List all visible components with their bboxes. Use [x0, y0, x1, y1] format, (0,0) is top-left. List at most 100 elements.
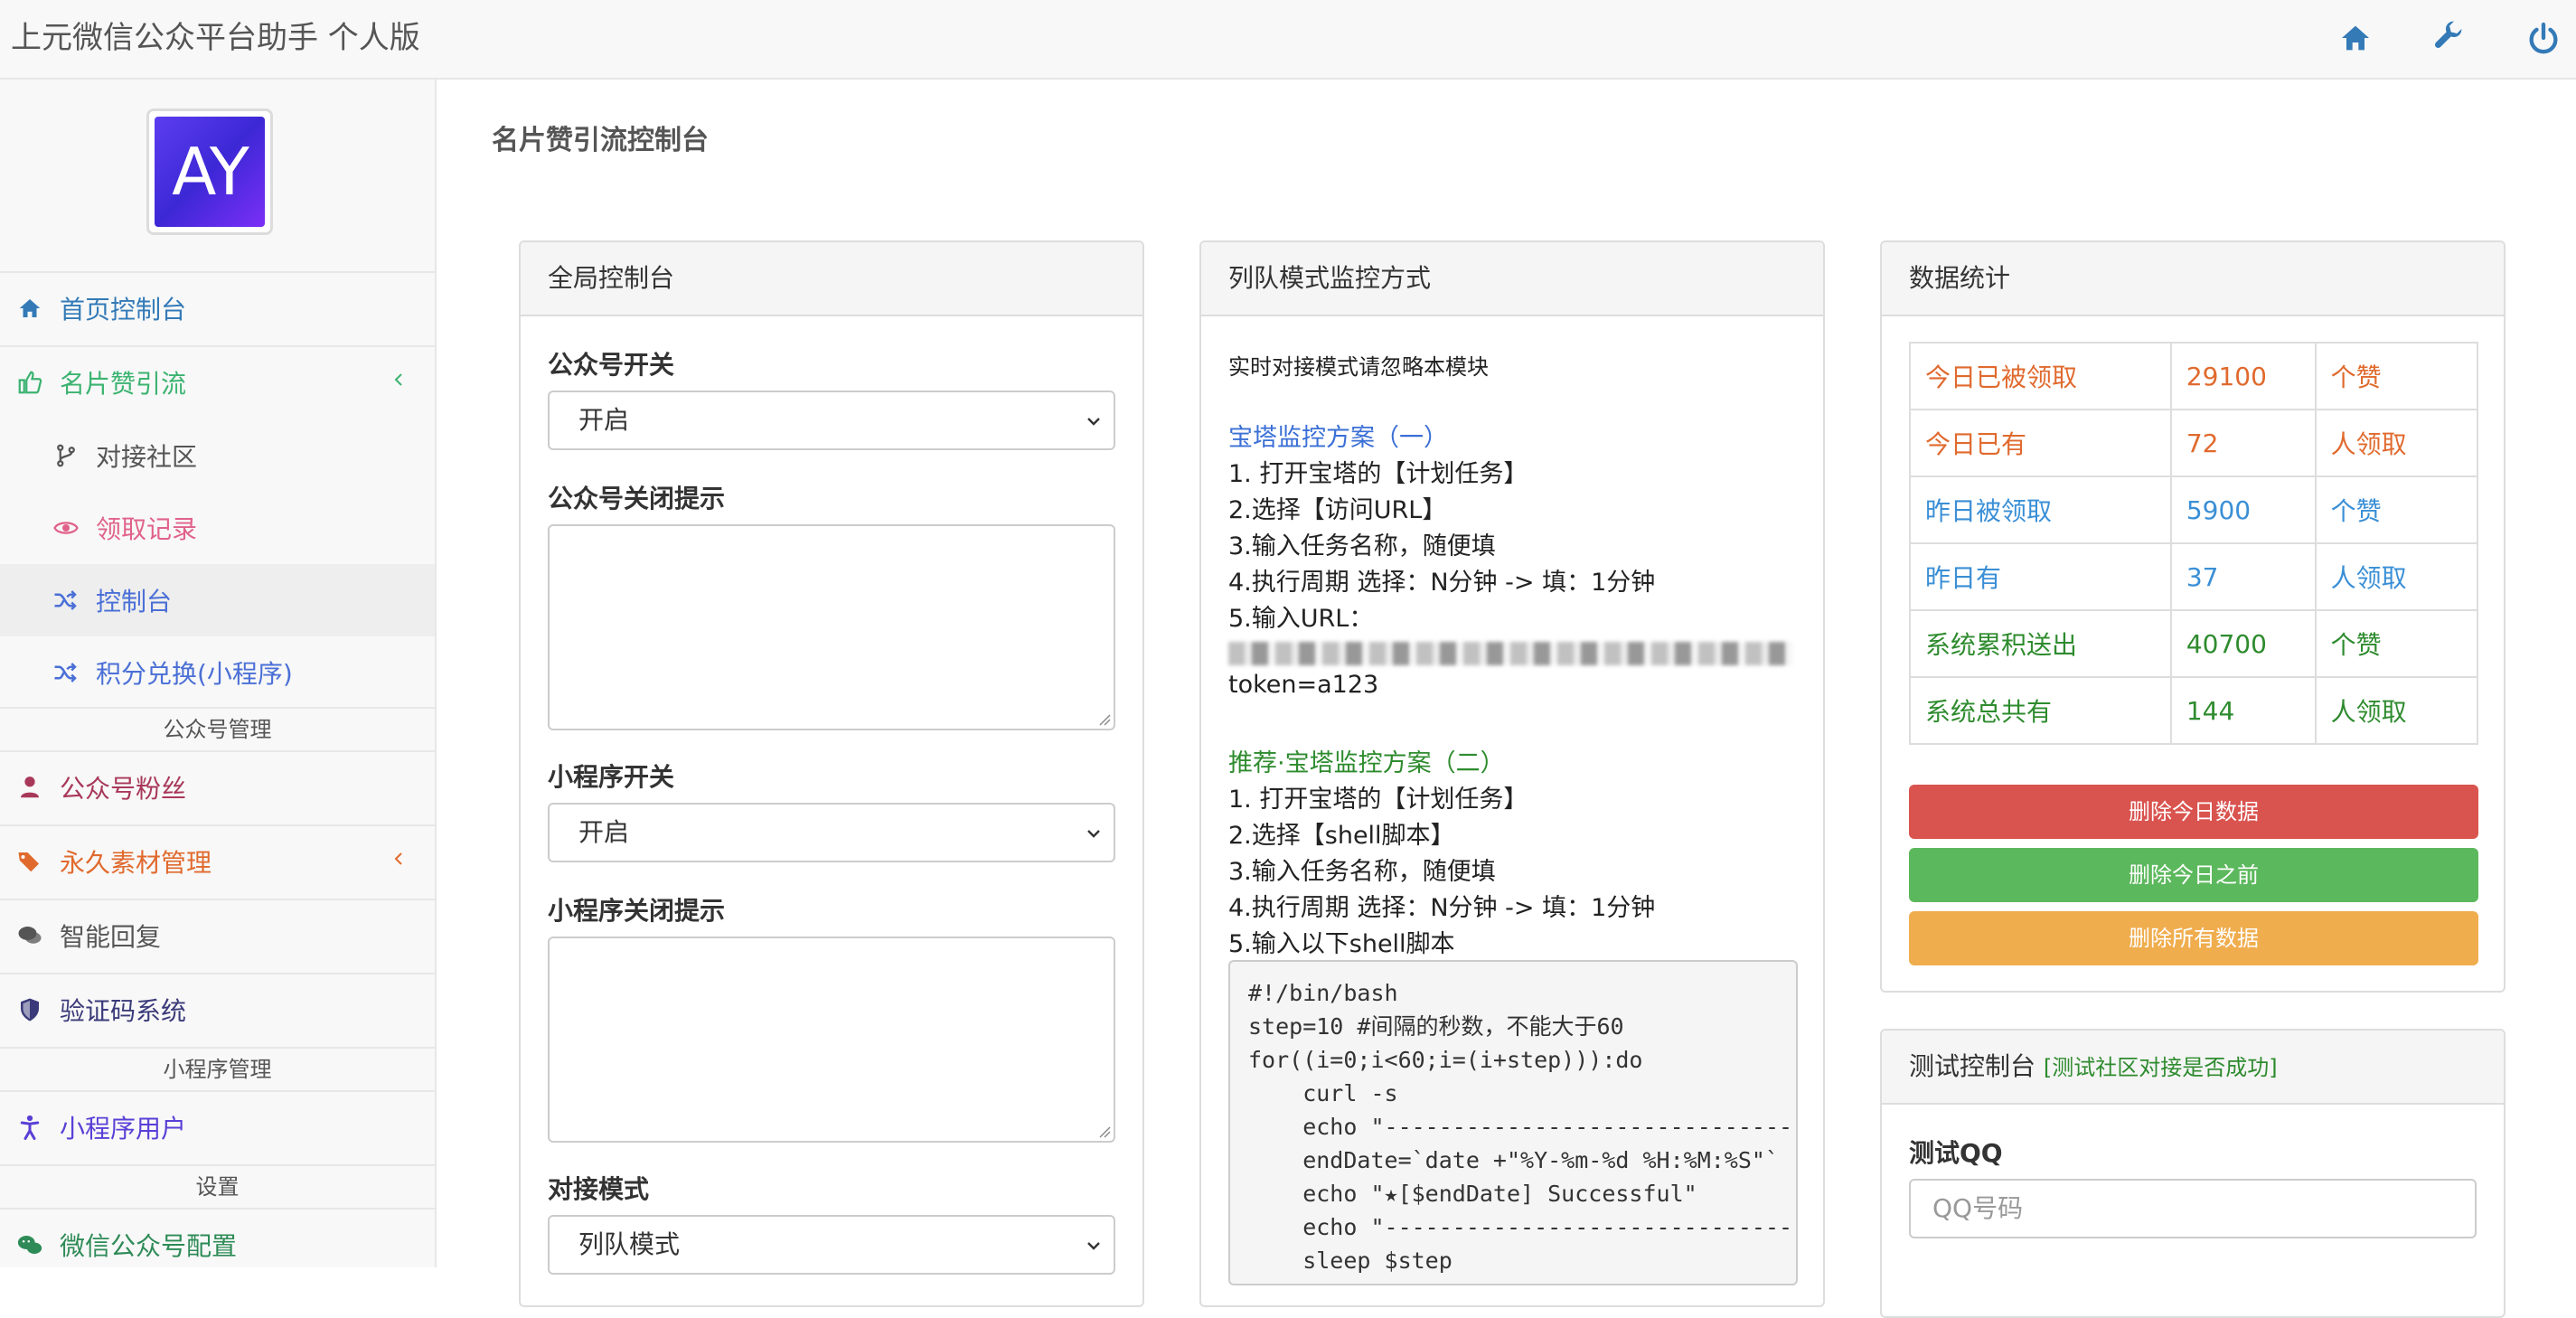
- sidebar-item-label: 积分兑换(小程序): [96, 659, 293, 689]
- stats-row: 今日已有 72 人领取: [1909, 409, 2479, 477]
- sidebar-header-settings: 设置: [0, 1164, 435, 1208]
- app-logo: AY: [155, 117, 265, 227]
- comments-icon: [16, 922, 43, 949]
- sidebar-item-home[interactable]: 首页控制台: [0, 271, 435, 344]
- stat-unit: 个赞: [2314, 342, 2479, 410]
- select-value: 列队模式: [578, 1229, 681, 1259]
- stat-value: 144: [2169, 676, 2317, 745]
- delete-today-button[interactable]: 删除今日数据: [1909, 785, 2478, 839]
- sidebar-item-label: 公众号粉丝: [60, 774, 187, 804]
- sidebar-header-wx: 公众号管理: [0, 707, 435, 750]
- chevron-left-icon: [394, 852, 402, 865]
- test-qq-input[interactable]: QQ号码: [1909, 1179, 2477, 1238]
- sidebar-item-mini-users[interactable]: 小程序用户: [0, 1090, 435, 1163]
- select-value: 开启: [578, 817, 630, 847]
- token-line: token=a123: [1228, 671, 1379, 699]
- wrench-icon[interactable]: [2431, 20, 2468, 56]
- test-qq-label: 测试QQ: [1909, 1138, 2003, 1168]
- chevron-down-icon: [1087, 1242, 1100, 1250]
- stat-value: 5900: [2169, 475, 2317, 544]
- wx-switch-select[interactable]: 开启: [548, 391, 1115, 450]
- wechat-icon: [16, 1231, 43, 1258]
- sidebar-item-records[interactable]: 领取记录: [0, 492, 435, 564]
- plan1-step: 1. 打开宝塔的【计划任务】: [1228, 460, 1528, 488]
- queue-note: 实时对接模式请忽略本模块: [1228, 354, 1489, 380]
- plan2-step: 5.输入以下shell脚本: [1228, 930, 1455, 958]
- sidebar-header-mini: 小程序管理: [0, 1047, 435, 1090]
- plan1-title: 宝塔监控方案（一）: [1228, 424, 1448, 452]
- mini-close-tip-textarea[interactable]: [548, 937, 1115, 1143]
- delete-before-today-button[interactable]: 删除今日之前: [1909, 848, 2478, 902]
- sidebar-item-label: 验证码系统: [60, 996, 187, 1026]
- home-icon[interactable]: [2337, 20, 2374, 56]
- shuffle-icon: [52, 587, 80, 614]
- logo-frame: AY: [146, 108, 273, 235]
- panel-title: 数据统计: [1882, 242, 2504, 316]
- power-icon[interactable]: [2525, 20, 2562, 56]
- stats-row: 昨日被领取 5900 个赞: [1909, 475, 2479, 544]
- wx-switch-label: 公众号开关: [548, 350, 675, 380]
- sidebar-item-fans[interactable]: 公众号粉丝: [0, 750, 435, 823]
- stat-unit: 人领取: [2314, 676, 2479, 745]
- plan1-step: 4.执行周期 选择：N分钟 -> 填：1分钟: [1228, 569, 1656, 597]
- sidebar-item-card-likes[interactable]: 名片赞引流: [0, 345, 435, 418]
- sidebar-item-points-exchange[interactable]: 积分兑换(小程序): [0, 636, 435, 709]
- stat-value: 29100: [2169, 342, 2317, 410]
- sidebar-item-auto-reply[interactable]: 智能回复: [0, 899, 435, 971]
- sidebar-item-captcha[interactable]: 验证码系统: [0, 973, 435, 1045]
- queue-monitor-panel: 列队模式监控方式 实时对接模式请忽略本模块 宝塔监控方案（一） 1. 打开宝塔的…: [1199, 240, 1825, 1307]
- sidebar-item-label: 智能回复: [60, 922, 162, 952]
- stat-label: 今日已有: [1909, 409, 2172, 477]
- stat-unit: 人领取: [2314, 409, 2479, 477]
- plan2-step: 3.输入任务名称，随便填: [1228, 858, 1496, 886]
- mini-switch-select[interactable]: 开启: [548, 803, 1115, 862]
- sidebar-item-label: 永久素材管理: [60, 848, 212, 878]
- stats-row: 系统累积送出 40700 个赞: [1909, 609, 2479, 678]
- stat-unit: 人领取: [2314, 542, 2479, 611]
- plan2-step: 1. 打开宝塔的【计划任务】: [1228, 786, 1528, 814]
- resize-grip-icon[interactable]: [1098, 1125, 1111, 1138]
- plan2-step: 2.选择【shell脚本】: [1228, 822, 1455, 850]
- chevron-left-icon: [394, 373, 402, 386]
- stats-row: 今日已被领取 29100 个赞: [1909, 342, 2479, 410]
- sidebar-item-label: 名片赞引流: [60, 369, 187, 399]
- shell-script-block[interactable]: #!/bin/bash step=10 #间隔的秒数，不能大于60 for((i…: [1228, 960, 1798, 1285]
- stat-value: 40700: [2169, 609, 2317, 678]
- stats-table: 今日已被领取 29100 个赞 今日已有 72 人领取 昨日被领取 5900 个赞 昨日有 37 人领…: [1909, 342, 2479, 745]
- panel-title: 测试控制台: [1909, 1051, 2036, 1081]
- delete-all-button[interactable]: 删除所有数据: [1909, 911, 2478, 965]
- plan1-step: 5.输入URL：: [1228, 605, 1374, 633]
- sidebar-item-console[interactable]: 控制台: [0, 564, 435, 636]
- child-icon: [16, 1114, 43, 1141]
- sidebar-item-label: 领取记录: [96, 514, 198, 544]
- stats-panel: 数据统计 今日已被领取 29100 个赞 今日已有 72 人领取 昨日被领取 5900 个赞 昨日…: [1880, 240, 2505, 993]
- home-icon: [16, 295, 43, 322]
- thumbs-up-icon: [16, 369, 43, 396]
- stat-unit: 个赞: [2314, 609, 2479, 678]
- panel-title: 全局控制台: [521, 242, 1142, 316]
- stat-label: 昨日被领取: [1909, 475, 2172, 544]
- shield-icon: [16, 996, 43, 1023]
- eye-icon: [52, 514, 80, 541]
- stats-row: 昨日有 37 人领取: [1909, 542, 2479, 611]
- chevron-down-icon: [1087, 830, 1100, 838]
- stat-value: 37: [2169, 542, 2317, 611]
- wx-close-tip-textarea[interactable]: [548, 524, 1115, 730]
- sidebar-item-materials[interactable]: 永久素材管理: [0, 824, 435, 897]
- resize-grip-icon[interactable]: [1098, 713, 1111, 726]
- global-console-panel: 全局控制台 公众号开关 开启 公众号关闭提示 小程序开关 开启 小程序关闭提示 …: [519, 240, 1144, 1307]
- page-title: 名片赞引流控制台: [492, 125, 709, 156]
- panel-note: [测试社区对接是否成功]: [2043, 1055, 2278, 1080]
- panel-heading: 测试控制台 [测试社区对接是否成功]: [1882, 1031, 2504, 1105]
- panel-title: 列队模式监控方式: [1201, 242, 1823, 316]
- stats-row: 系统总共有 144 人领取: [1909, 676, 2479, 745]
- sidebar-item-label: 对接社区: [96, 442, 198, 472]
- user-icon: [16, 774, 43, 801]
- app-title[interactable]: 上元微信公众平台助手 个人版: [11, 13, 420, 57]
- stat-label: 系统累积送出: [1909, 609, 2172, 678]
- sidebar-item-wx-config[interactable]: 微信公众号配置: [0, 1208, 435, 1280]
- sidebar-item-community[interactable]: 对接社区: [0, 419, 435, 492]
- shuffle-icon: [52, 659, 80, 686]
- mode-select[interactable]: 列队模式: [548, 1215, 1115, 1275]
- plan1-step: 2.选择【访问URL】: [1228, 496, 1447, 524]
